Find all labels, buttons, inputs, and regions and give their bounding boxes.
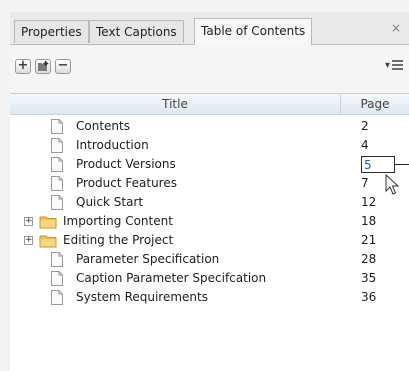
tab-text-captions[interactable]: Text Captions (89, 20, 184, 43)
add-folder-button[interactable] (35, 59, 51, 74)
table-row[interactable]: Parameter Specification 28 (10, 250, 409, 269)
table-row[interactable]: System Requirements 36 (10, 288, 409, 307)
toc-toolbar: + − ▾ (10, 45, 409, 93)
add-folder-icon (38, 61, 49, 71)
document-icon (51, 290, 63, 305)
entry-page[interactable]: 18 (361, 212, 376, 231)
entry-page[interactable]: 35 (361, 269, 376, 288)
folder-icon (39, 235, 57, 248)
document-icon (51, 271, 63, 286)
entry-title: Product Versions (76, 157, 176, 171)
tab-properties[interactable]: Properties (14, 20, 89, 43)
document-icon (51, 138, 63, 153)
list-icon (392, 60, 403, 70)
entry-title: Product Features (76, 176, 177, 190)
expand-icon[interactable]: + (24, 217, 33, 226)
remove-entry-button[interactable]: − (55, 58, 71, 74)
tab-table-of-contents[interactable]: Table of Contents (194, 18, 313, 45)
table-row[interactable]: Contents 2 (10, 117, 409, 136)
plus-icon: + (17, 58, 29, 73)
toc-table: Title Page Contents 2 Introduction 4 Product… (10, 93, 409, 371)
column-header-title[interactable]: Title (10, 94, 340, 114)
table-header: Title Page (10, 94, 409, 115)
entry-page[interactable]: 4 (361, 136, 369, 155)
document-icon (51, 252, 63, 267)
expand-icon[interactable]: + (24, 236, 33, 245)
document-icon (51, 176, 63, 191)
folder-icon (39, 216, 57, 229)
add-entry-button[interactable]: + (15, 58, 31, 74)
entry-title: Quick Start (76, 195, 144, 209)
entry-title: Parameter Specification (76, 252, 220, 266)
column-header-page[interactable]: Page (340, 94, 409, 114)
entry-page[interactable]: 7 (361, 174, 369, 193)
mouse-cursor-icon (385, 174, 400, 195)
entry-page[interactable]: 12 (361, 193, 376, 212)
entry-title: System Requirements (76, 290, 208, 304)
entry-title: Editing the Project (63, 233, 174, 247)
entry-title: Contents (76, 119, 130, 133)
page-number-field[interactable] (361, 156, 395, 173)
entry-title: Introduction (76, 138, 149, 152)
entry-title: Caption Parameter Specifcation (76, 271, 267, 285)
document-icon (51, 195, 63, 210)
entry-title: Importing Content (63, 214, 173, 228)
panel-options-menu[interactable]: ▾ (385, 60, 403, 71)
table-of-contents-panel: Properties Text Captions Table of Conten… (10, 12, 409, 371)
edit-connector-line (395, 164, 409, 165)
entry-page[interactable]: 28 (361, 250, 376, 269)
table-row[interactable]: Caption Parameter Specifcation 35 (10, 269, 409, 288)
entry-page[interactable]: 2 (361, 117, 369, 136)
table-row[interactable]: Quick Start 12 (10, 193, 409, 212)
minus-icon: − (57, 58, 69, 73)
tab-bar: Properties Text Captions Table of Conten… (10, 12, 409, 45)
entry-page[interactable]: 21 (361, 231, 376, 250)
table-row[interactable]: + Editing the Project 21 (10, 231, 409, 250)
document-icon (51, 119, 63, 134)
entry-page[interactable]: 36 (361, 288, 376, 307)
chevron-down-icon: ▾ (384, 60, 390, 71)
close-icon[interactable]: × (391, 21, 401, 35)
table-row[interactable]: Product Features 7 (10, 174, 409, 193)
toc-rows: Contents 2 Introduction 4 Product Versions Pr… (10, 117, 409, 307)
table-row[interactable]: Introduction 4 (10, 136, 409, 155)
document-icon (51, 157, 63, 172)
table-row[interactable]: Product Versions (10, 155, 409, 174)
table-row[interactable]: + Importing Content 18 (10, 212, 409, 231)
